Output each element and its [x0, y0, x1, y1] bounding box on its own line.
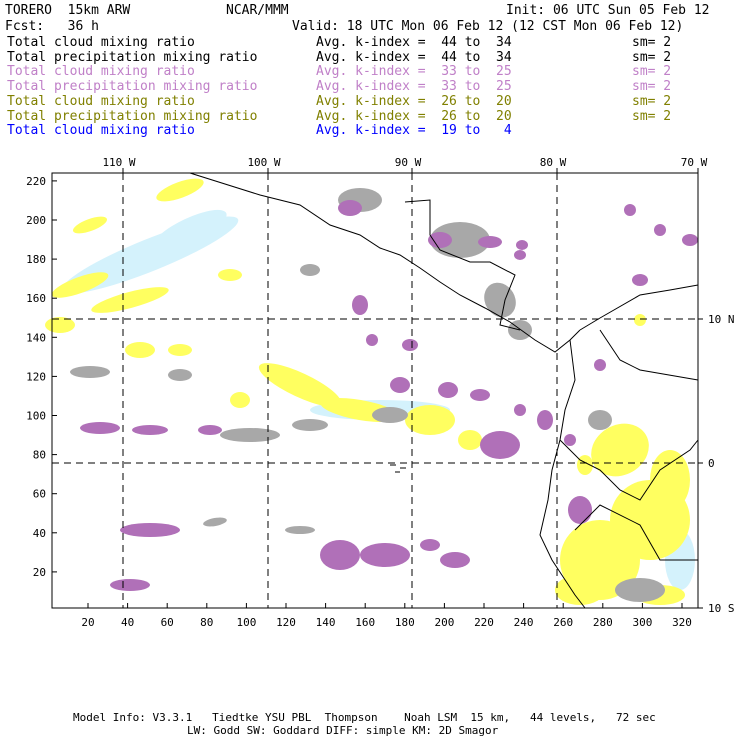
cloud-blob-gray — [372, 407, 408, 423]
y-tick-label: 80 — [33, 449, 46, 462]
y-tick-label: 20 — [33, 566, 46, 579]
cloud-blob-purple — [478, 236, 502, 248]
x-tick-label: 220 — [474, 616, 494, 629]
cloud-blob-gray — [70, 366, 110, 378]
cloud-blob-gray — [168, 369, 192, 381]
cloud-blob-gray — [220, 428, 280, 442]
x-tick-label: 60 — [161, 616, 174, 629]
cloud-blob-purple — [420, 539, 440, 551]
cloud-blob-yellow — [555, 575, 605, 605]
cloud-blob-purple — [132, 425, 168, 435]
cloud-blob-yellow — [230, 392, 250, 408]
coastline — [599, 329, 699, 381]
cloud-blob-purple — [480, 431, 520, 459]
cloud-blob-purple — [654, 224, 666, 236]
cloud-blob-purple — [438, 382, 458, 398]
x-tick-label: 200 — [434, 616, 454, 629]
x-tick-label: 40 — [121, 616, 134, 629]
y-tick-label: 220 — [26, 175, 46, 188]
cloud-blob-gray — [203, 517, 227, 527]
cloud-blob-gray — [292, 419, 328, 431]
cloud-blob-gray — [300, 264, 320, 276]
lon-label: 80 W — [540, 156, 567, 169]
x-tick-label: 280 — [593, 616, 613, 629]
x-tick-label: 300 — [632, 616, 652, 629]
cloud-blob-purple — [428, 232, 452, 248]
cloud-blob-yellow — [125, 342, 155, 358]
y-tick-label: 40 — [33, 527, 46, 540]
weather-map: 110 W 100 W 90 W 80 W 70 W 10 N 0 10 S 20 40 60 80 1… — [26, 156, 735, 629]
cloud-blob-purple — [390, 377, 410, 393]
cloud-blob-purple — [352, 295, 368, 315]
x-tick-label: 160 — [355, 616, 375, 629]
x-tick-label: 20 — [81, 616, 94, 629]
cloud-blob-purple — [516, 240, 528, 250]
cloud-blob-purple — [568, 496, 592, 524]
cloud-blob-purple — [360, 543, 410, 567]
cloud-field — [45, 178, 698, 605]
y-tick-label: 120 — [26, 370, 46, 383]
cloud-blob-purple — [537, 410, 553, 430]
model-info-line2: LW: Godd SW: Goddard DIFF: simple KM: 2D… — [187, 724, 499, 737]
lon-label: 70 W — [681, 156, 708, 169]
cloud-blob-gray — [285, 526, 315, 534]
cloud-blob-purple — [514, 404, 526, 416]
cloud-blob-yellow — [458, 430, 482, 450]
cloud-blob-yellow — [72, 216, 108, 234]
x-tick-label: 240 — [514, 616, 534, 629]
galapagos-islands — [390, 464, 406, 473]
x-tick-label: 120 — [276, 616, 296, 629]
cloud-blob-gray — [588, 410, 612, 430]
cloud-blob-gray — [615, 578, 665, 602]
cloud-blob-yellow — [168, 344, 192, 356]
y-tick-label: 180 — [26, 253, 46, 266]
y-tick-label: 160 — [26, 292, 46, 305]
lon-label: 90 W — [395, 156, 422, 169]
cloud-blob-purple — [402, 339, 418, 351]
cloud-blob-purple — [564, 434, 576, 446]
cloud-blob-purple — [682, 234, 698, 246]
cloud-blob-purple — [594, 359, 606, 371]
cloud-blob-purple — [514, 250, 526, 260]
x-tick-label: 320 — [672, 616, 692, 629]
x-tick-label: 140 — [316, 616, 336, 629]
y-tick-label: 140 — [26, 331, 46, 344]
x-tick-label: 260 — [553, 616, 573, 629]
cloud-blob-purple — [366, 334, 378, 346]
lat-label: 10 N — [708, 313, 735, 326]
x-tick-label: 100 — [236, 616, 256, 629]
cloud-blob-yellow — [634, 314, 646, 326]
cloud-blob-purple — [624, 204, 636, 216]
x-tick-label: 180 — [395, 616, 415, 629]
cloud-blob-purple — [338, 200, 362, 216]
model-info-line1: Model Info: V3.3.1 Tiedtke YSU PBL Thomp… — [73, 711, 656, 724]
y-tick-label: 100 — [26, 410, 46, 423]
y-tick-label: 60 — [33, 488, 46, 501]
y-tick-label: 200 — [26, 214, 46, 227]
cloud-blob-yellow — [650, 450, 690, 510]
cloud-blob-purple — [198, 425, 222, 435]
lat-label: 0 — [708, 457, 715, 470]
cloud-blob-purple — [110, 579, 150, 591]
cloud-blob-purple — [440, 552, 470, 568]
x-tick-label: 80 — [200, 616, 213, 629]
cloud-blob-purple — [120, 523, 180, 537]
cloud-blob-purple — [80, 422, 120, 434]
cloud-blob-purple — [470, 389, 490, 401]
coastline — [404, 199, 521, 331]
cloud-blob-yellow — [218, 269, 242, 281]
cloud-blob-purple — [320, 540, 360, 570]
lon-label: 100 W — [247, 156, 280, 169]
cloud-blob-purple — [632, 274, 648, 286]
lat-label: 10 S — [708, 602, 735, 615]
cloud-blob-yellow — [156, 178, 204, 202]
lon-label: 110 W — [102, 156, 135, 169]
